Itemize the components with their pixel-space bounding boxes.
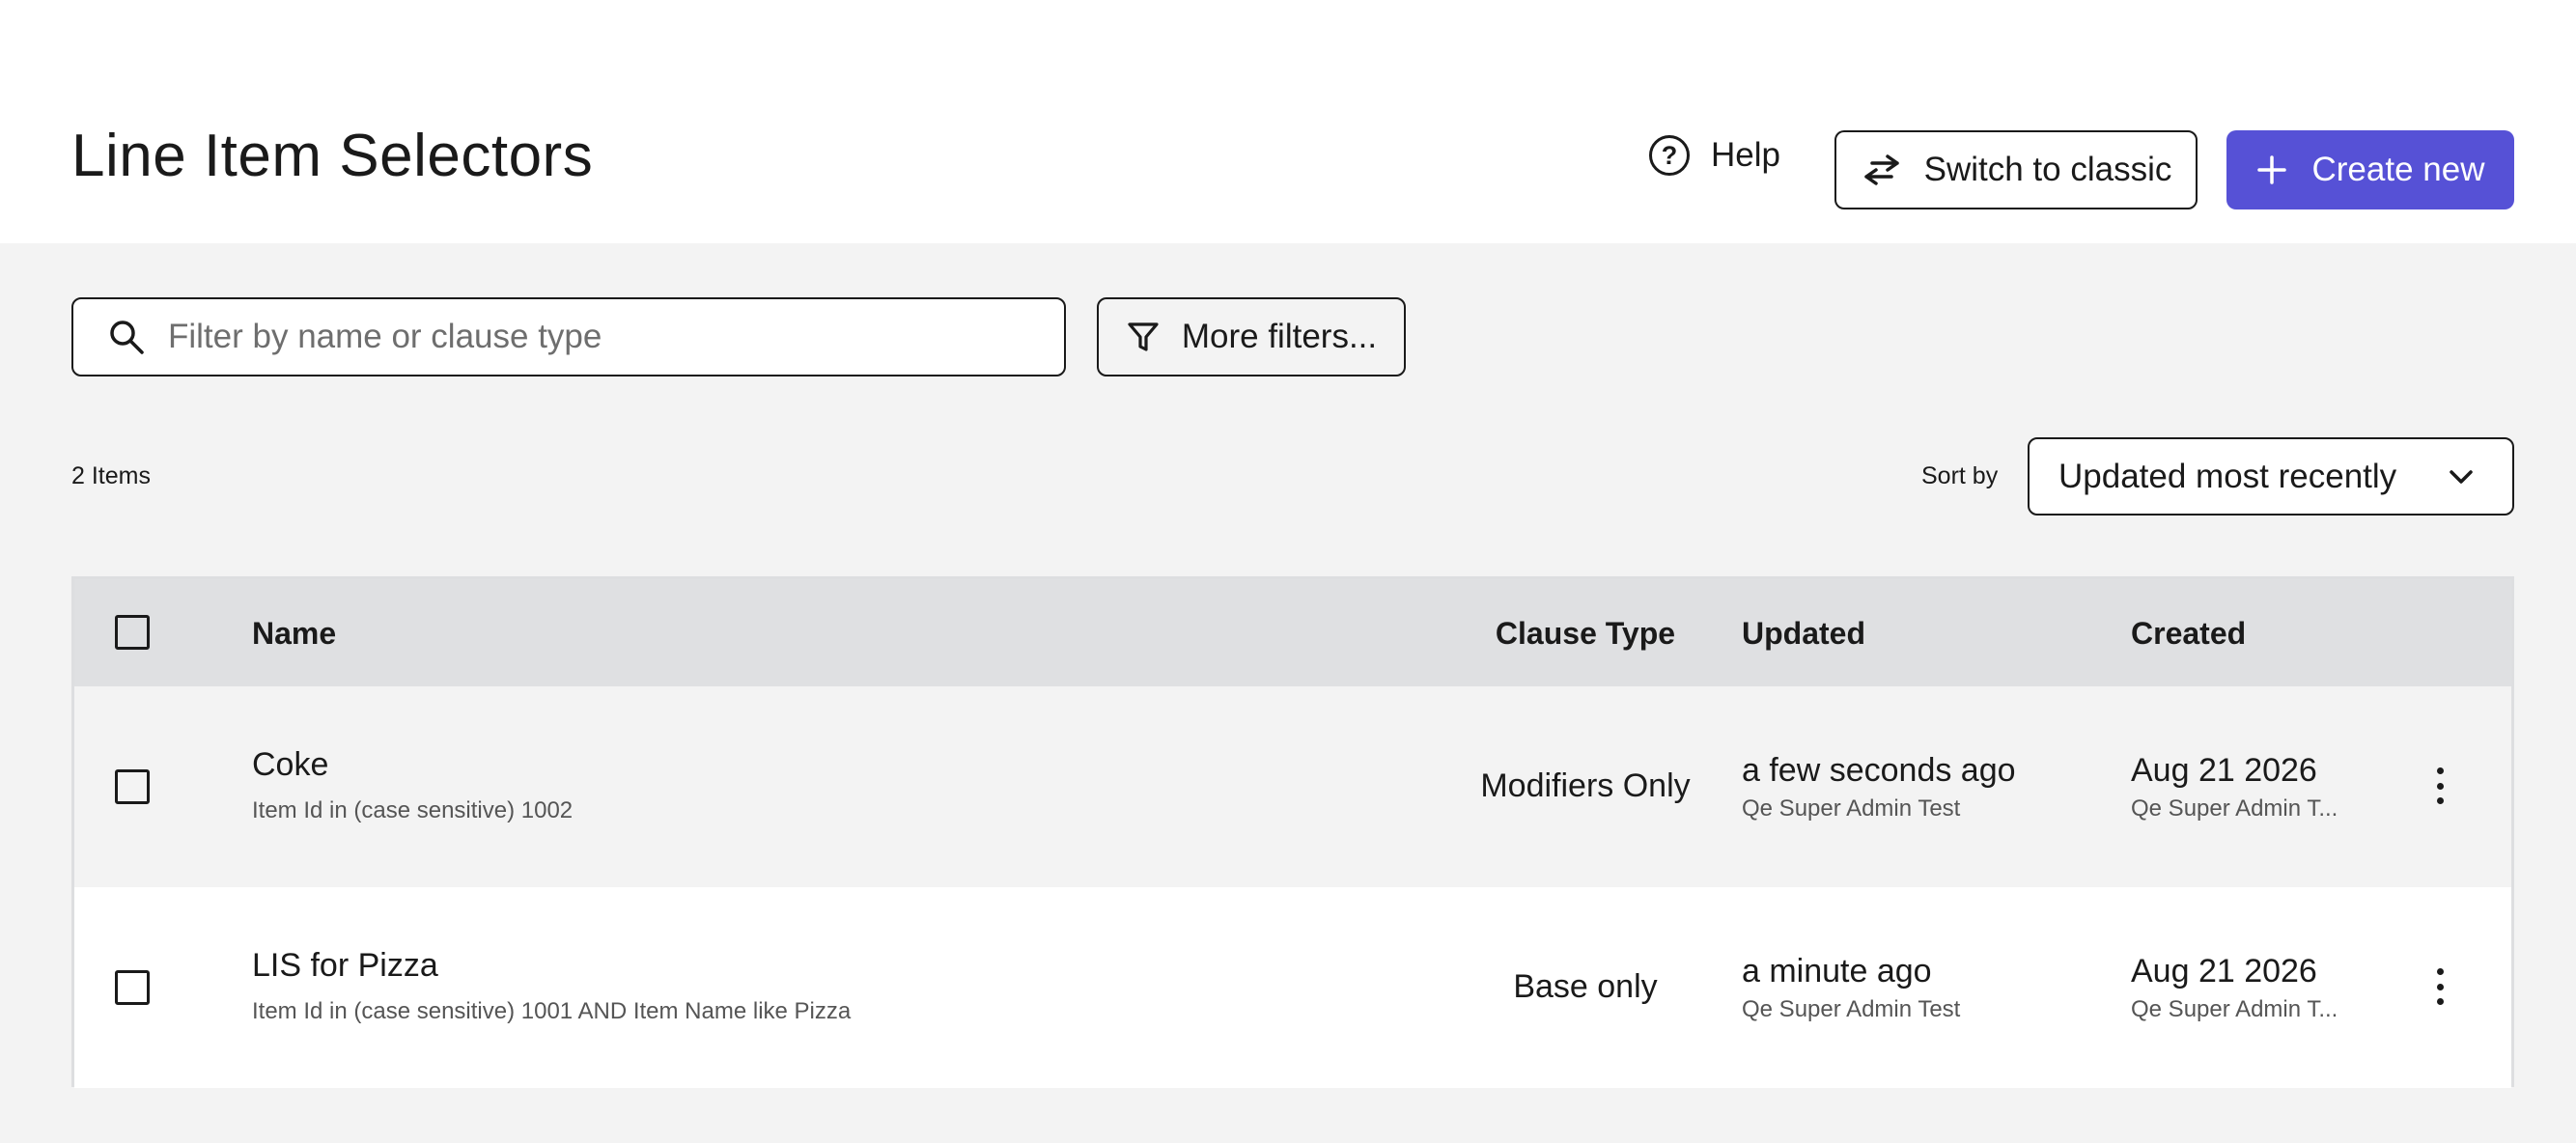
page-title: Line Item Selectors: [71, 123, 594, 189]
plus-icon: [2256, 155, 2286, 184]
item-count: 2 Items: [71, 462, 151, 489]
select-all-checkbox[interactable]: [115, 615, 150, 650]
chevron-down-icon: [2450, 469, 2473, 484]
table-row[interactable]: Coke Item Id in (case sensitive) 1002 Mo…: [74, 686, 2511, 887]
more-filters-button[interactable]: More filters...: [1097, 297, 1406, 376]
row-updated-by: Qe Super Admin Test: [1742, 795, 1961, 822]
search-field[interactable]: [71, 297, 1066, 376]
more-filters-label: More filters...: [1181, 318, 1378, 355]
column-header-updated[interactable]: Updated: [1742, 614, 1865, 653]
page-header: Line Item Selectors ? Help Switch to cla…: [0, 0, 2576, 243]
row-updated: a minute ago: [1742, 953, 1932, 990]
row-name[interactable]: Coke: [252, 744, 328, 785]
row-created: Aug 21 2026: [2131, 953, 2317, 990]
create-new-button[interactable]: Create new: [2226, 130, 2514, 209]
create-new-label: Create new: [2311, 151, 2485, 188]
row-checkbox[interactable]: [115, 970, 150, 1005]
swap-arrows-icon: [1863, 154, 1899, 185]
search-icon: [110, 321, 144, 354]
help-label: Help: [1711, 136, 1780, 174]
switch-to-classic-label: Switch to classic: [1923, 151, 2172, 188]
row-description: Item Id in (case sensitive) 1002: [252, 797, 574, 823]
row-created-by: Qe Super Admin T...: [2131, 996, 2338, 1022]
more-vertical-icon[interactable]: [2421, 962, 2459, 1011]
column-header-name[interactable]: Name: [252, 614, 336, 653]
row-description: Item Id in (case sensitive) 1001 AND Ite…: [252, 998, 852, 1024]
row-name[interactable]: LIS for Pizza: [252, 945, 438, 986]
sort-value: Updated most recently: [2058, 457, 2397, 495]
help-icon: ?: [1649, 135, 1690, 176]
row-created: Aug 21 2026: [2131, 752, 2317, 789]
switch-to-classic-button[interactable]: Switch to classic: [1834, 130, 2198, 209]
sort-dropdown[interactable]: Updated most recently: [2028, 437, 2514, 516]
line-item-selectors-table: Name Clause Type Updated Created Coke It…: [71, 576, 2514, 1088]
table-header-row: Name Clause Type Updated Created: [74, 579, 2511, 686]
row-updated-by: Qe Super Admin Test: [1742, 996, 1961, 1022]
filter-funnel-icon: [1128, 322, 1159, 351]
search-input[interactable]: [168, 318, 1037, 356]
row-created-by: Qe Super Admin T...: [2131, 795, 2338, 822]
sort-label: Sort by: [1921, 462, 1999, 489]
help-link[interactable]: ? Help: [1649, 132, 1780, 179]
more-vertical-icon[interactable]: [2421, 762, 2459, 810]
column-header-created[interactable]: Created: [2131, 614, 2246, 653]
table-row[interactable]: LIS for Pizza Item Id in (case sensitive…: [74, 887, 2511, 1088]
row-updated: a few seconds ago: [1742, 752, 2016, 789]
row-checkbox[interactable]: [115, 769, 150, 804]
